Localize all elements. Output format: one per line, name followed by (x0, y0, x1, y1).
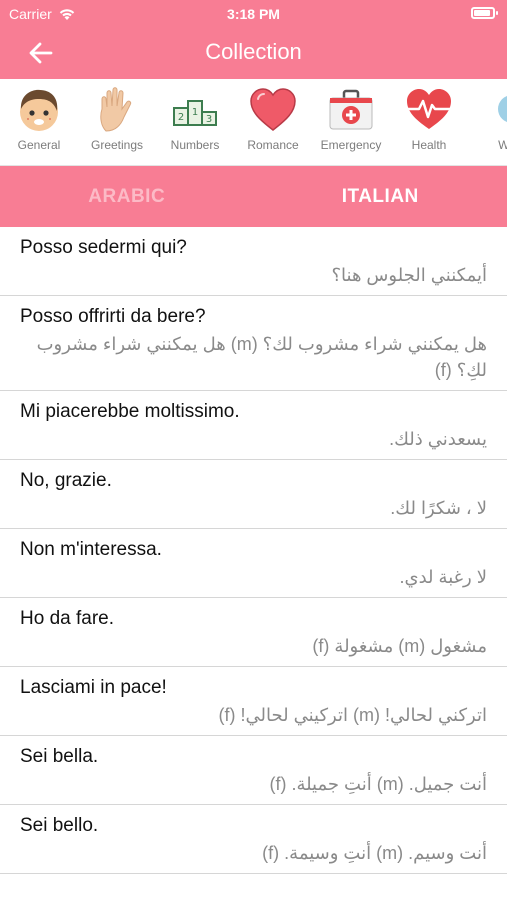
category-label: Health (411, 138, 447, 152)
language-tabs: ARABIC ITALIAN (0, 166, 507, 227)
list-item[interactable]: Ho da fare. مشغول (m) مشغولة (f) (0, 598, 507, 667)
category-emergency[interactable]: Emergency (312, 79, 390, 165)
list-item[interactable]: Mi piacerebbe moltissimo. يسعدني ذلك. (0, 391, 507, 460)
category-weather[interactable]: We (468, 79, 507, 165)
phrase-text: Non m'interessa. (20, 539, 162, 560)
category-label: General (17, 138, 61, 152)
list-item[interactable]: No, grazie. لا ، شكرًا لك. (0, 460, 507, 529)
category-romance[interactable]: Romance (234, 79, 312, 165)
svg-text:1: 1 (192, 107, 198, 118)
phrase-text: Ho da fare. (20, 608, 114, 629)
category-label: Greetings (90, 138, 144, 152)
category-general[interactable]: General (0, 79, 78, 165)
phrase-text: No, grazie. (20, 470, 112, 491)
translation-text: يسعدني ذلك. (389, 429, 487, 449)
translation-text: لا ، شكرًا لك. (390, 498, 487, 518)
app-header: Carrier 3:18 PM Collection (0, 0, 507, 79)
list-item[interactable]: Lasciami in pace! اتركني لحالي! (m) اترك… (0, 667, 507, 736)
translation-text: أيمكنني الجلوس هنا؟ (331, 265, 487, 285)
status-time: 3:18 PM (227, 6, 280, 22)
battery-icon (471, 7, 498, 19)
list-item[interactable]: Sei bella. أنت جميل. (m) أنتِ جميلة. (f) (0, 736, 507, 805)
category-bar: General Greetings 1 2 3 Numbers Romance (0, 79, 507, 166)
weather-icon (498, 95, 507, 123)
category-label: Romance (247, 138, 299, 152)
page-title: Collection (205, 39, 302, 64)
navigation-bar: Collection (0, 28, 507, 79)
list-item[interactable]: Posso sedermi qui? أيمكنني الجلوس هنا؟ (0, 227, 507, 296)
phrase-list: Posso sedermi qui? أيمكنني الجلوس هنا؟ P… (0, 227, 507, 874)
category-label: We (498, 138, 507, 152)
phrase-text: Posso offrirti da bere? (20, 306, 206, 327)
tab-arabic[interactable]: ARABIC (0, 166, 254, 227)
status-bar: Carrier 3:18 PM (0, 0, 507, 28)
translation-text: لا رغبة لدي. (399, 567, 487, 587)
phrase-text: Posso sedermi qui? (20, 237, 187, 258)
heartbeat-icon (407, 89, 451, 129)
waving-hand-icon (100, 87, 132, 132)
translation-text: أنت جميل. (m) أنتِ جميلة. (f) (269, 774, 487, 794)
category-greetings[interactable]: Greetings (78, 79, 156, 165)
category-health[interactable]: Health (390, 79, 468, 165)
list-item[interactable]: Sei bello. أنت وسيم. (m) أنتِ وسيمة. (f) (0, 805, 507, 874)
tab-italian[interactable]: ITALIAN (254, 166, 507, 227)
battery-level (474, 10, 490, 16)
svg-text:3: 3 (206, 114, 212, 125)
heart-icon (250, 88, 296, 131)
category-label: Emergency (320, 138, 382, 152)
category-label: Numbers (170, 138, 220, 152)
podium-numbers-icon: 1 2 3 (173, 100, 217, 126)
translation-text: هل يمكنني شراء مشروب لك؟ (m) هل يمكنني ش… (36, 334, 487, 380)
phrase-text: Mi piacerebbe moltissimo. (20, 401, 240, 422)
list-item[interactable]: Posso offrirti da bere? هل يمكنني شراء م… (0, 296, 507, 391)
category-numbers[interactable]: 1 2 3 Numbers (156, 79, 234, 165)
phrase-text: Sei bello. (20, 815, 99, 836)
list-item[interactable]: Non m'interessa. لا رغبة لدي. (0, 529, 507, 598)
first-aid-kit-icon (329, 89, 373, 130)
translation-text: أنت وسيم. (m) أنتِ وسيمة. (f) (262, 843, 487, 863)
svg-text:2: 2 (178, 112, 184, 123)
boy-face-icon (20, 89, 58, 131)
translation-text: اتركني لحالي! (m) اتركيني لحالي! (f) (218, 705, 488, 725)
phrase-text: Sei bella. (20, 746, 99, 767)
phrase-text: Lasciami in pace! (20, 677, 167, 698)
translation-text: مشغول (m) مشغولة (f) (312, 636, 487, 656)
